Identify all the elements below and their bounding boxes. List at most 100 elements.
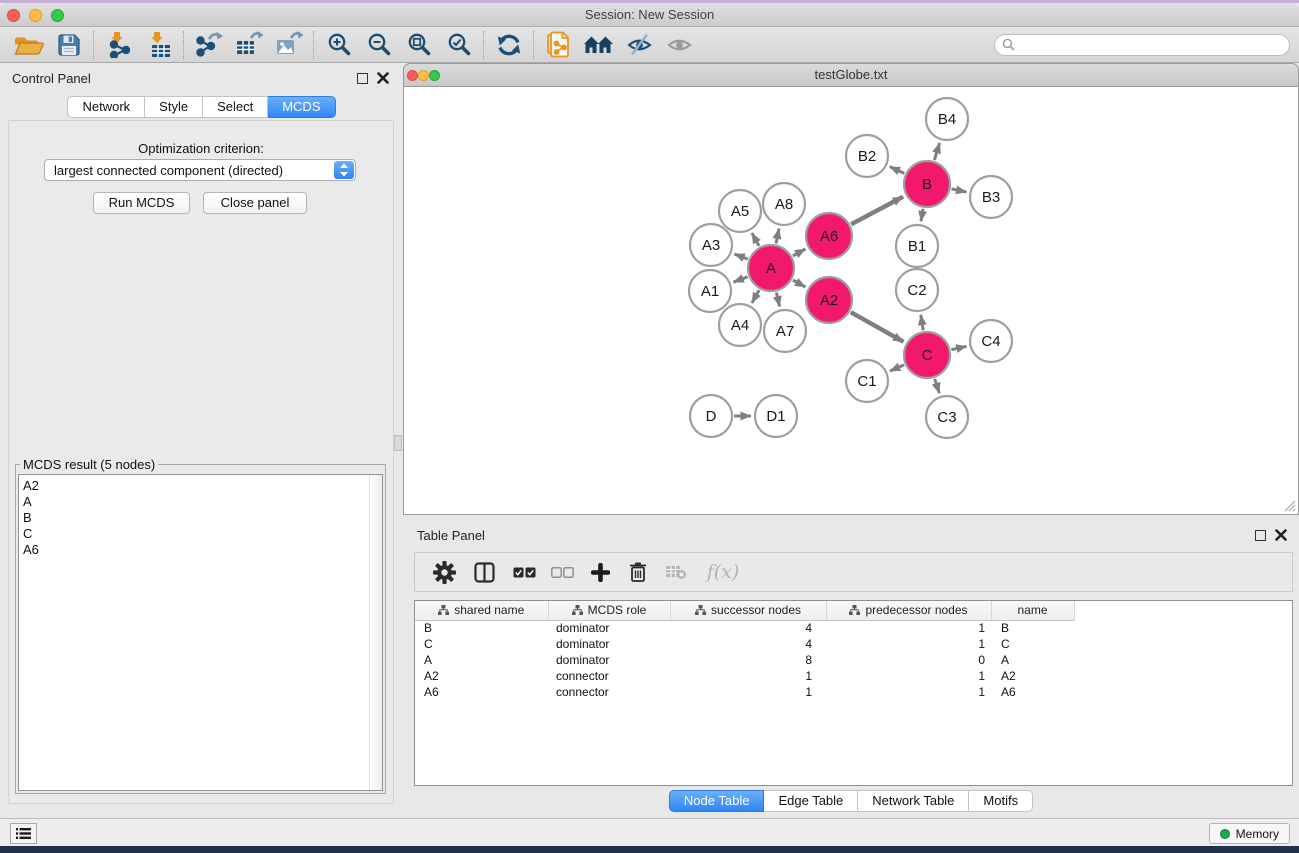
table-row[interactable]: A6connector11A6 [415,684,1074,700]
mcds-result-scrollbar[interactable] [369,475,382,790]
table-row[interactable]: Adominator80A [415,652,1074,668]
tab-edge-table[interactable]: Edge Table [764,790,858,812]
graph-node-C[interactable]: C [904,332,950,378]
optimization-criterion-select[interactable]: largest connected component (directed) [44,159,356,181]
minimize-window-button[interactable] [29,9,42,22]
graph-node-C3[interactable]: C3 [926,396,968,438]
tab-node-table[interactable]: Node Table [669,790,765,812]
table-cell[interactable]: C [991,636,1074,652]
graph-node-A2[interactable]: A2 [806,277,852,323]
table-cell[interactable]: 1 [826,636,991,652]
table-cell[interactable]: dominator [548,620,670,636]
zoom-fit-content-icon[interactable] [399,29,439,61]
zoom-selected-icon[interactable] [439,29,479,61]
graph-edge-B-B4[interactable] [934,143,939,160]
tab-network-table[interactable]: Network Table [858,790,969,812]
table-cell[interactable]: A2 [991,668,1074,684]
graph-node-B1[interactable]: B1 [896,225,938,267]
graph-node-B2[interactable]: B2 [846,135,888,177]
graph-edge-A-A7[interactable] [776,292,779,306]
table-cell[interactable]: 1 [826,684,991,700]
table-cell[interactable]: 1 [826,620,991,636]
delete-columns-icon[interactable] [621,557,655,587]
table-row[interactable]: A2connector11A2 [415,668,1074,684]
mcds-result-item[interactable]: B [23,510,382,526]
graph-edge-B-B2[interactable] [890,167,905,174]
tab-motifs[interactable]: Motifs [969,790,1033,812]
table-cell[interactable]: A2 [415,668,548,684]
graph-node-A6[interactable]: A6 [806,213,852,259]
close-window-button[interactable] [7,9,20,22]
close-panel-icon[interactable] [377,72,389,84]
tab-select[interactable]: Select [203,96,268,118]
graph-edge-A6-B[interactable] [851,197,903,225]
mcds-result-item[interactable]: A [23,494,382,510]
close-panel-button[interactable]: Close panel [203,192,307,214]
network-graph[interactable]: B4B2BB3A8A5A6A3B1AC2A1A2A4A7C4CC1C3DD1 [404,87,1298,513]
select-all-icon[interactable] [507,557,541,587]
column-header-name[interactable]: name [991,601,1074,620]
mcds-result-item[interactable]: A2 [23,478,382,494]
refresh-network-view-icon[interactable] [489,29,529,61]
zoom-out-icon[interactable] [359,29,399,61]
tab-network[interactable]: Network [67,96,145,118]
memory-button[interactable]: Memory [1209,823,1290,844]
table-cell[interactable]: A6 [991,684,1074,700]
open-ndex-icon[interactable] [579,29,619,61]
table-cell[interactable]: A6 [415,684,548,700]
search-box[interactable] [994,34,1290,56]
graph-node-A1[interactable]: A1 [689,270,731,312]
graph-edge-C-C4[interactable] [951,346,966,349]
toggle-panel-columns-icon[interactable] [467,557,501,587]
settings-gear-icon[interactable] [427,557,461,587]
zoom-window-button[interactable] [51,9,64,22]
run-mcds-button[interactable]: Run MCDS [93,192,190,214]
minimize-network-window-button[interactable] [418,70,429,81]
table-cell[interactable]: A [415,652,548,668]
graph-node-D1[interactable]: D1 [755,395,797,437]
window-resize-grip[interactable] [1282,498,1296,512]
table-cell[interactable]: 1 [670,684,826,700]
column-header-mcds-role[interactable]: MCDS role [548,601,670,620]
import-network-from-file-icon[interactable] [99,29,139,61]
table-cell[interactable]: 8 [670,652,826,668]
graph-node-C2[interactable]: C2 [896,269,938,311]
deselect-all-icon[interactable] [545,557,579,587]
table-cell[interactable]: 0 [826,652,991,668]
graph-node-A7[interactable]: A7 [764,310,806,352]
graph-edge-C-C1[interactable] [890,365,904,371]
table-cell[interactable]: 4 [670,620,826,636]
float-table-panel-icon[interactable] [1255,530,1266,541]
zoom-in-icon[interactable] [319,29,359,61]
graph-edge-B-B1[interactable] [921,209,923,222]
table-cell[interactable]: dominator [548,652,670,668]
graph-edge-A-A2[interactable] [793,280,806,287]
graph-edge-A-A1[interactable] [733,277,747,282]
table-row[interactable]: Bdominator41B [415,620,1074,636]
table-row[interactable]: Cdominator41C [415,636,1074,652]
mcds-result-item[interactable]: A6 [23,542,382,558]
table-cell[interactable]: dominator [548,636,670,652]
close-table-panel-icon[interactable] [1275,529,1287,541]
graph-node-A[interactable]: A [748,245,794,291]
graph-node-C1[interactable]: C1 [846,360,888,402]
table-cell[interactable]: connector [548,684,670,700]
graph-node-B[interactable]: B [904,161,950,207]
graph-edge-A-A4[interactable] [752,290,759,303]
mcds-result-list[interactable]: A2ABCA6 [18,474,383,791]
mcds-result-item[interactable]: C [23,526,382,542]
tab-style[interactable]: Style [145,96,203,118]
new-network-from-selection-icon[interactable] [539,29,579,61]
graph-node-A8[interactable]: A8 [763,183,805,225]
table-cell[interactable]: B [415,620,548,636]
graph-edge-C-C3[interactable] [935,379,940,393]
add-column-icon[interactable] [583,557,617,587]
table-cell[interactable]: A [991,652,1074,668]
table-cell[interactable]: B [991,620,1074,636]
graph-edge-A2-C[interactable] [851,312,904,342]
delete-table-icon[interactable] [659,557,693,587]
float-panel-icon[interactable] [357,73,368,84]
graph-edge-A-A8[interactable] [776,229,779,244]
open-session-icon[interactable] [9,29,49,61]
column-header-predecessor-nodes[interactable]: predecessor nodes [826,601,991,620]
